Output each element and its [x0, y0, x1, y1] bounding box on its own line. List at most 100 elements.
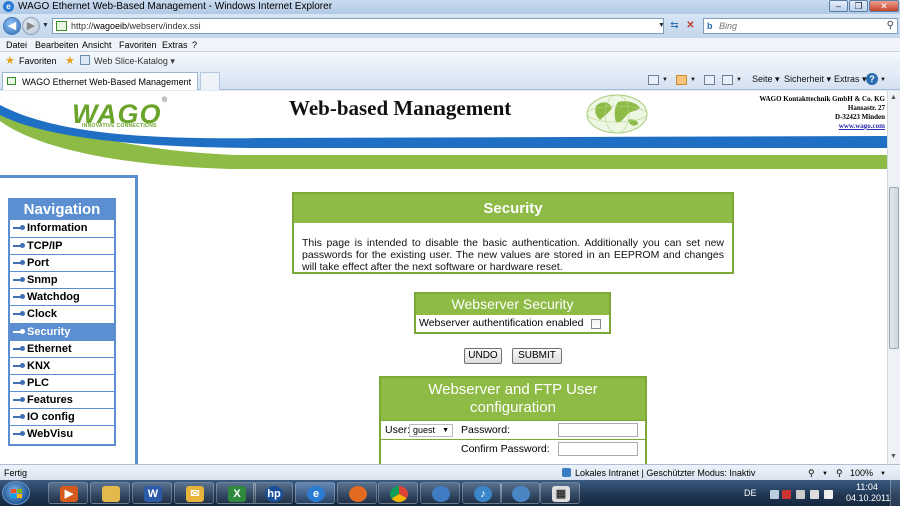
protected-mode-icon[interactable]: ⚲ [808, 468, 815, 479]
nav-item-snmp[interactable]: Snmp [10, 271, 114, 288]
minimize-button[interactable]: – [829, 0, 848, 12]
help-dropdown-icon[interactable]: ▼ [880, 77, 886, 83]
maximize-button[interactable]: ❐ [849, 0, 868, 12]
nav-item-security[interactable]: Security [10, 322, 114, 340]
flag-icon[interactable] [782, 490, 791, 499]
taskbar-app-music[interactable]: ♪ [462, 482, 502, 504]
search-input[interactable] [719, 20, 879, 32]
taskbar-outlook[interactable]: ✉ [174, 482, 214, 504]
feeds-icon[interactable] [676, 75, 687, 85]
confirm-password-field[interactable] [558, 442, 638, 456]
menu-bearbeiten[interactable]: Bearbeiten [35, 40, 79, 50]
feeds-dropdown-icon[interactable]: ▼ [690, 77, 696, 83]
tab-wago[interactable]: WAGO Ethernet Web-Based Management [2, 72, 198, 90]
undo-button[interactable]: UNDO [464, 348, 502, 364]
menu-datei[interactable]: Datei [6, 40, 27, 50]
submit-button[interactable]: SUBMIT [512, 348, 562, 364]
nav-bullet-dot-icon [20, 225, 25, 230]
menu-help[interactable]: ? [192, 40, 197, 50]
user-select[interactable]: guest ▼ [409, 424, 453, 437]
print-dropdown-icon[interactable]: ▼ [736, 77, 742, 83]
favorites-button[interactable]: Favoriten [19, 56, 57, 66]
taskbar-internet-explorer[interactable]: e [295, 482, 335, 504]
nav-item-features[interactable]: Features [10, 390, 114, 408]
taskbar-chrome[interactable] [378, 482, 418, 504]
history-dropdown-icon[interactable]: ▼ [39, 19, 52, 32]
password-field[interactable] [558, 423, 638, 437]
nav-item-information[interactable]: Information [10, 220, 114, 237]
company-website-link[interactable]: www.wago.com [759, 122, 885, 131]
tray-icon-1[interactable] [770, 490, 779, 499]
taskbar-app-globe[interactable] [420, 482, 460, 504]
menu-bar: Datei Bearbeiten Ansicht Favoriten Extra… [0, 38, 900, 52]
nav-item-plc[interactable]: PLC [10, 373, 114, 391]
taskbar-excel[interactable]: X [216, 482, 256, 504]
window-title: WAGO Ethernet Web-Based Management - Win… [18, 1, 333, 12]
help-icon[interactable]: ? [866, 73, 878, 85]
nav-item-webvisu[interactable]: WebVisu [10, 425, 114, 442]
nav-item-ethernet[interactable]: Ethernet [10, 339, 114, 357]
volume-icon[interactable] [824, 490, 833, 499]
new-tab-button[interactable] [200, 72, 220, 90]
nav-bullet-dot-icon [20, 260, 25, 266]
nav-item-label: Security [27, 325, 71, 338]
web-slice-gallery-link[interactable]: Web Slice-Katalog ▾ [94, 56, 175, 67]
scroll-down-icon[interactable]: ▼ [890, 453, 897, 460]
taskbar-firefox[interactable] [337, 482, 377, 504]
start-button[interactable] [2, 481, 30, 505]
search-box[interactable]: b ⚲ [703, 18, 898, 34]
back-button[interactable]: ◀ [3, 17, 21, 35]
stop-icon[interactable]: ✕ [684, 19, 697, 32]
calendar-icon: ▦ [552, 486, 570, 502]
safety-menu[interactable]: Sicherheit ▾ [784, 74, 831, 85]
search-icon[interactable]: ⚲ [887, 20, 894, 31]
power-icon[interactable] [810, 490, 819, 499]
scrollbar-thumb[interactable] [889, 187, 899, 349]
nav-item-io-config[interactable]: IO config [10, 408, 114, 425]
taskbar-explorer[interactable] [90, 482, 130, 504]
menu-ansicht[interactable]: Ansicht [82, 40, 112, 50]
nav-item-knx[interactable]: KNX [10, 356, 114, 374]
firefox-icon [349, 486, 367, 502]
scroll-up-icon[interactable]: ▲ [890, 94, 897, 101]
taskbar-app-calendar[interactable]: ▦ [540, 482, 580, 504]
forward-button[interactable]: ▶ [22, 17, 40, 35]
nav-item-tcp-ip[interactable]: TCP/IP [10, 237, 114, 254]
print-icon[interactable] [722, 75, 733, 85]
language-indicator[interactable]: DE [744, 488, 757, 498]
nav-item-label: Ethernet [27, 342, 72, 355]
taskbar-app-network[interactable] [500, 482, 540, 504]
protected-dropdown-icon[interactable]: ▼ [822, 471, 828, 477]
clock-date[interactable]: 04.10.2011 [846, 493, 890, 503]
globe-icon [586, 94, 648, 134]
menu-favoriten[interactable]: Favoriten [119, 40, 157, 50]
navigation-title: Navigation [10, 200, 114, 220]
url-field[interactable]: http://wagoeib/webserv/index.ssi [52, 18, 664, 34]
zoom-level[interactable]: 100% [850, 468, 873, 478]
close-button[interactable]: ✕ [869, 0, 899, 12]
home-dropdown-icon[interactable]: ▼ [662, 77, 668, 83]
webserver-auth-checkbox[interactable] [591, 319, 601, 329]
nav-item-port[interactable]: Port [10, 254, 114, 271]
taskbar-hp[interactable]: hp [253, 482, 293, 504]
page-menu[interactable]: Seite ▾ [752, 74, 780, 85]
nav-item-watchdog[interactable]: Watchdog [10, 288, 114, 305]
show-desktop-button[interactable] [890, 480, 900, 506]
menu-extras[interactable]: Extras [162, 40, 188, 50]
add-favorite-icon[interactable]: ★ [65, 54, 75, 67]
home-icon[interactable] [648, 75, 659, 85]
clock-time[interactable]: 11:04 [856, 482, 878, 492]
network-tray-icon[interactable] [796, 490, 805, 499]
mail-icon[interactable] [704, 75, 715, 85]
zoom-dropdown-icon[interactable]: ▼ [880, 471, 886, 477]
vertical-scrollbar[interactable]: ▲ ▼ [887, 91, 900, 464]
taskbar-media-player[interactable]: ▶ [48, 482, 88, 504]
zoom-icon[interactable]: ⚲ [836, 468, 843, 479]
url-dropdown-icon[interactable]: ▼ [655, 19, 668, 32]
taskbar: ▶ W ✉ X hp e ♪ ▦ DE 11:04 04.10.2011 [0, 480, 900, 506]
refresh-icon[interactable] [670, 19, 683, 32]
security-description: This page is intended to disable the bas… [302, 237, 724, 273]
nav-item-clock[interactable]: Clock [10, 305, 114, 322]
tools-menu[interactable]: Extras ▾ [834, 74, 867, 85]
taskbar-word[interactable]: W [132, 482, 172, 504]
